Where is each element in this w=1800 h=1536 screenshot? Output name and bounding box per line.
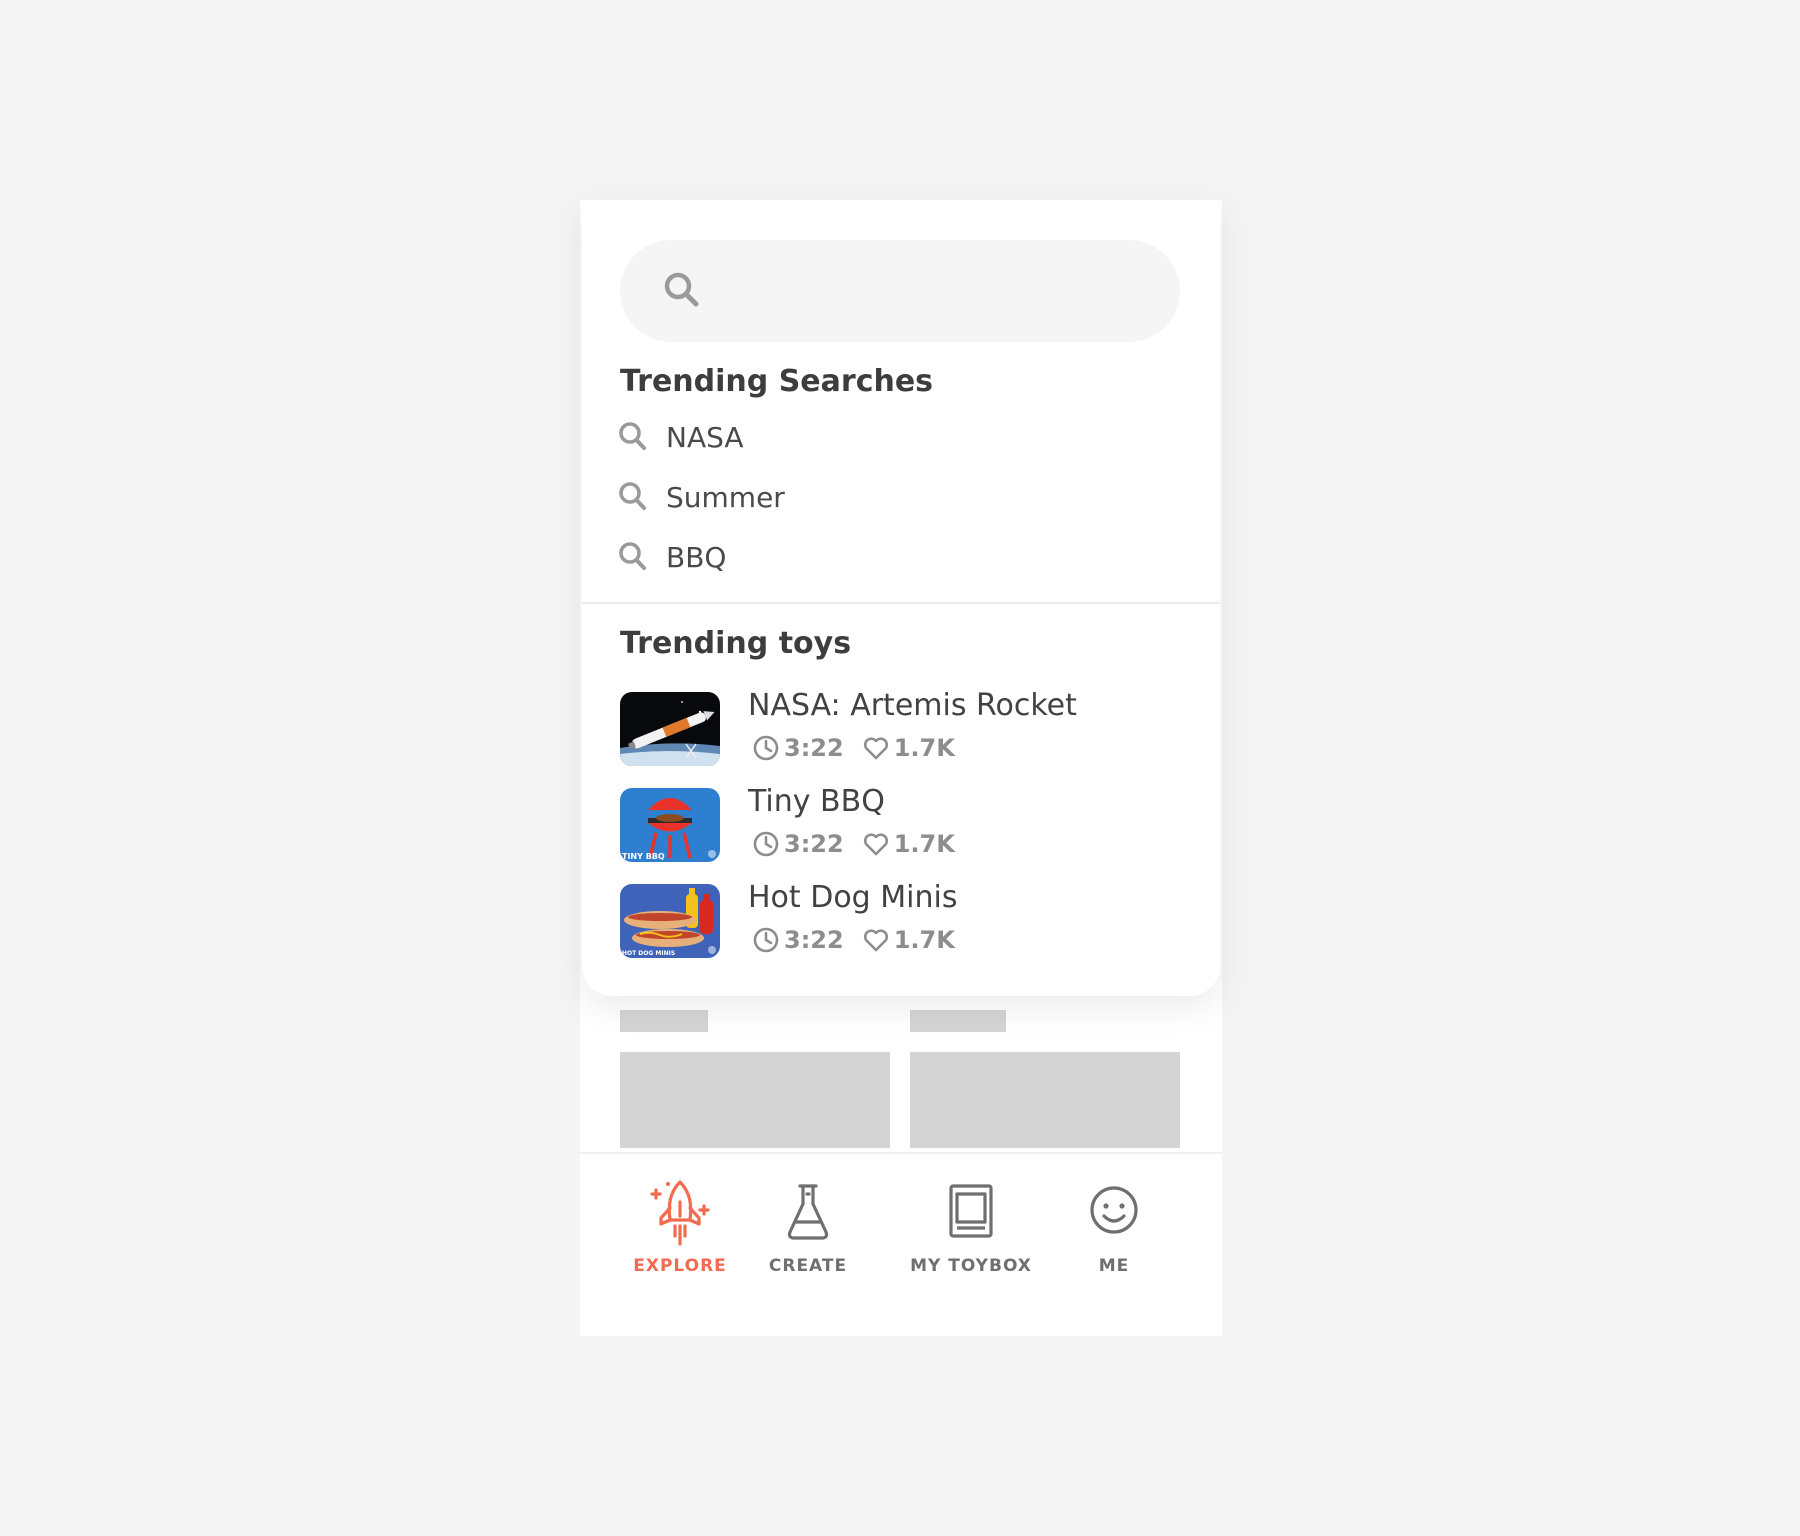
nav-item-explore[interactable]: EXPLORE [620,1176,740,1296]
toy-thumbnail-rocket [620,692,720,766]
nav-item-create[interactable]: CREATE [748,1176,868,1296]
search-icon [618,421,648,453]
search-dropdown: Trending Searches NASA Summer BBQ Trendi… [582,200,1220,996]
nav-label: CREATE [768,1256,848,1276]
toy-meta: 3:22 1.7K [752,734,955,762]
clock-icon [752,734,780,762]
trending-toy-tiny-bbq[interactable]: TINY BBQ Tiny BBQ 3:22 1.7K [620,784,1180,864]
trending-search-item-nasa[interactable]: NASA [618,414,1178,460]
skeleton-title-left [620,1010,708,1032]
skeleton-card-left [620,1052,890,1148]
search-icon [618,541,648,573]
toy-thumbnail-hotdog: HOT DOG MINIS [620,884,720,958]
section-divider [582,602,1220,604]
heart-icon [862,830,890,858]
toy-meta: 3:22 1.7K [752,926,955,954]
trending-toy-hot-dog-minis[interactable]: HOT DOG MINIS Hot Dog Minis 3:22 1.7K [620,880,1180,960]
trending-search-item-bbq[interactable]: BBQ [618,534,1178,580]
trending-toys-heading: Trending toys [620,626,852,661]
toy-title: Tiny BBQ [748,784,885,819]
toy-thumbnail-bbq: TINY BBQ [620,788,720,862]
search-icon [618,481,648,513]
toy-title: Hot Dog Minis [748,880,958,915]
thumb-caption: HOT DOG MINIS [622,950,675,957]
search-input[interactable] [720,266,1150,316]
clock-icon [752,830,780,858]
search-icon [662,270,702,310]
toy-likes: 1.7K [893,830,955,858]
trending-search-label: BBQ [666,540,727,574]
nav-label: EXPLORE [633,1256,727,1276]
toy-likes: 1.7K [893,734,955,762]
nav-label: ME [1098,1256,1130,1276]
nav-label: MY TOYBOX [910,1256,1032,1276]
trending-search-item-summer[interactable]: Summer [618,474,1178,520]
trending-search-label: NASA [666,420,744,454]
skeleton-title-right [910,1010,1006,1032]
trending-toy-artemis-rocket[interactable]: NASA: Artemis Rocket 3:22 1.7K [620,688,1180,768]
phone-screen: Trending Searches NASA Summer BBQ Trendi… [580,200,1222,1336]
smiley-icon [1082,1176,1146,1248]
toy-duration: 3:22 [784,734,844,762]
toybox-icon [939,1176,1003,1248]
heart-icon [862,734,890,762]
trending-search-label: Summer [666,480,785,514]
toy-duration: 3:22 [784,830,844,858]
toy-meta: 3:22 1.7K [752,830,955,858]
trending-searches-heading: Trending Searches [620,364,934,399]
toy-title: NASA: Artemis Rocket [748,688,1077,723]
heart-icon [862,926,890,954]
toy-duration: 3:22 [784,926,844,954]
nav-item-me[interactable]: ME [1054,1176,1174,1296]
flask-icon [776,1176,840,1248]
thumb-caption: TINY BBQ [622,852,665,861]
skeleton-card-right [910,1052,1180,1148]
nav-item-my-toybox[interactable]: MY TOYBOX [896,1176,1046,1296]
toy-likes: 1.7K [893,926,955,954]
bottom-nav: EXPLORE CREATE MY TOYBOX ME [580,1152,1222,1336]
clock-icon [752,926,780,954]
rocket-icon [648,1176,712,1248]
search-bar[interactable] [620,240,1180,342]
